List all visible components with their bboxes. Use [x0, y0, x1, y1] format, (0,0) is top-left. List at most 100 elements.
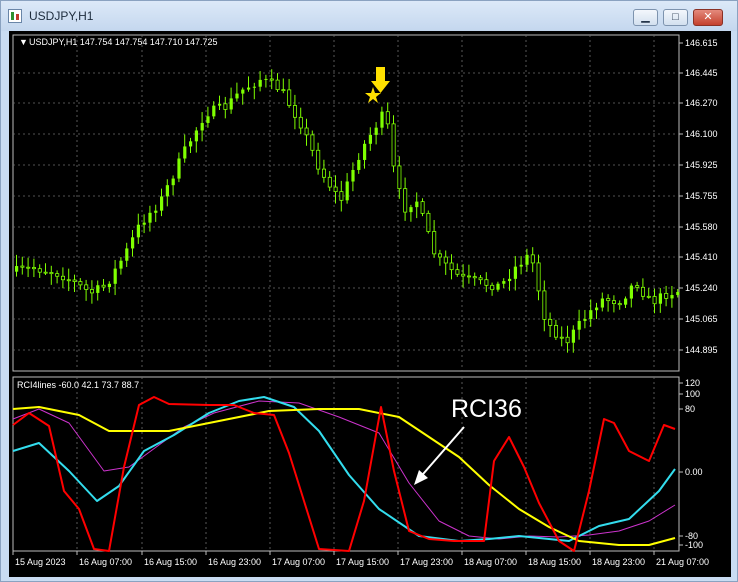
chart-header: USDJPY,H1 147.754 147.754 147.710 147.72… [29, 37, 218, 47]
candle-body [247, 87, 251, 90]
title-bar[interactable]: USDJPY,H1 ▁ □ ✕ [1, 1, 737, 31]
candle-body [66, 279, 71, 282]
price-label: 145.410 [685, 252, 718, 262]
candle-body [131, 237, 135, 249]
candle-body [78, 281, 83, 286]
indicator-axis-label: 80 [685, 404, 695, 414]
candle-body [160, 196, 164, 211]
candle-body [536, 262, 541, 292]
candle-body [583, 319, 587, 321]
price-label: 145.755 [685, 191, 718, 201]
candle-body [403, 188, 408, 213]
candle-body [90, 289, 95, 294]
candle-body [391, 123, 396, 167]
candle-body [183, 146, 187, 159]
indicator-axis: 120100800.00-80-100 [679, 378, 703, 550]
candle-body [554, 325, 559, 338]
candle-body [415, 201, 419, 208]
price-label: 146.445 [685, 68, 718, 78]
candle-body [559, 336, 564, 339]
maximize-button[interactable]: □ [663, 9, 688, 26]
time-label: 16 Aug 23:00 [208, 557, 261, 567]
candle-body [287, 89, 292, 106]
candle-body [612, 300, 617, 304]
candle-body [333, 186, 338, 193]
candle-body [125, 248, 129, 261]
candle-body [565, 336, 570, 344]
candle-body [374, 127, 378, 135]
time-label: 16 Aug 15:00 [144, 557, 197, 567]
candle-body [548, 319, 553, 326]
candle-body [113, 268, 117, 284]
candle-body [658, 293, 662, 304]
candle-body [409, 207, 413, 213]
candle-body [177, 158, 181, 179]
candle-body [15, 266, 19, 272]
close-button[interactable]: ✕ [693, 9, 723, 26]
chart-area[interactable]: ▼ USDJPY,H1 147.754 147.754 147.710 147.… [9, 31, 731, 577]
candle-body [635, 285, 640, 288]
time-label: 21 Aug 07:00 [656, 557, 709, 567]
time-label: 15 Aug 2023 [15, 557, 66, 567]
candle-body [443, 256, 448, 264]
candle-body [496, 283, 500, 290]
chart-header-triangle: ▼ [19, 37, 28, 47]
candle-body [345, 181, 349, 201]
candle-body [200, 122, 204, 131]
candle-body [148, 212, 152, 223]
candle-body [107, 283, 111, 288]
candle-body [397, 165, 402, 190]
price-label: 145.580 [685, 222, 718, 232]
candle-body [455, 269, 460, 275]
candle-body [426, 212, 431, 232]
price-label: 145.065 [685, 314, 718, 324]
candle-body [606, 298, 611, 302]
candle-body [61, 275, 66, 281]
indicator-axis-label: 100 [685, 389, 700, 399]
minimize-button[interactable]: ▁ [633, 9, 658, 26]
time-label: 18 Aug 15:00 [528, 557, 581, 567]
price-label: 145.925 [685, 160, 718, 170]
candle-body [84, 284, 89, 290]
candle-body [519, 264, 523, 267]
candle-body [223, 103, 228, 110]
candle-body [72, 279, 77, 282]
candle-body [275, 79, 280, 91]
candle-body [449, 262, 454, 271]
candle-body [298, 116, 303, 129]
candle-body [165, 185, 169, 197]
candle-body [646, 295, 651, 298]
candle-body [269, 78, 274, 81]
chart-app-icon [8, 9, 22, 23]
candle-body [385, 111, 390, 125]
time-label: 18 Aug 23:00 [592, 557, 645, 567]
indicator-header: RCI4lines -60.0 42.1 73.7 88.7 [17, 380, 139, 390]
candle-body [363, 143, 367, 160]
terminal-window: USDJPY,H1 ▁ □ ✕ ▼ USDJPY,H1 147.754 147.… [0, 0, 738, 582]
candle-body [258, 79, 262, 87]
candle-body [629, 285, 633, 299]
candle-body [37, 268, 42, 273]
candle-body [461, 273, 466, 277]
candle-body [472, 276, 477, 279]
candle-body [292, 105, 297, 118]
candle-body [339, 191, 344, 201]
price-label: 144.895 [685, 345, 718, 355]
time-label: 18 Aug 07:00 [464, 557, 517, 567]
candle-body [119, 260, 123, 269]
indicator-axis-label: 120 [685, 378, 700, 388]
candle-body [380, 111, 384, 128]
price-chart[interactable]: ▼ USDJPY,H1 147.754 147.754 147.710 147.… [9, 31, 731, 577]
candle-body [264, 78, 268, 80]
time-label: 17 Aug 23:00 [400, 557, 453, 567]
candle-body [252, 86, 256, 88]
candle-body [670, 295, 674, 299]
price-label: 146.270 [685, 98, 718, 108]
candle-body [55, 273, 60, 277]
candle-body [664, 293, 669, 299]
candle-body [357, 159, 361, 170]
candle-body [316, 149, 321, 170]
candle-body [577, 320, 581, 330]
candle-body [43, 271, 48, 274]
candle-body [327, 176, 332, 188]
